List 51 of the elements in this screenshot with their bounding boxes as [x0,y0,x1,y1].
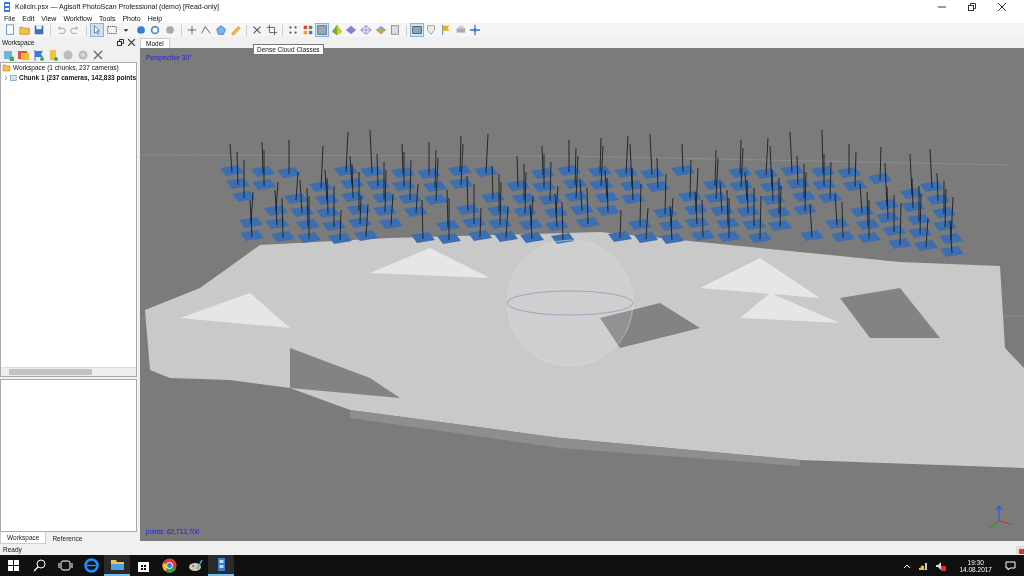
document-app-taskbar-button[interactable] [208,555,234,576]
add-photos-icon[interactable] [17,48,29,61]
wireframe-model-icon [360,23,373,37]
rotate-object-icon [149,23,162,37]
colored-points-icon [301,23,314,37]
dense-cloud-classes-icon [316,23,329,37]
point-cloud-icon [287,23,300,37]
pointer-button[interactable] [89,23,104,37]
folder-icon [2,63,11,72]
solid-model-icon [345,23,358,37]
wireframe-model-button[interactable] [359,23,374,37]
close-icon[interactable] [128,39,135,47]
horizontal-scrollbar[interactable] [1,366,136,376]
crop-button[interactable] [264,23,279,37]
move-arrows-button[interactable] [468,23,483,37]
close-icon[interactable] [998,2,1006,11]
ruler-icon [229,23,242,37]
browser-e-icon [82,557,100,574]
resize-object-icon [163,23,176,37]
crop-icon [265,23,278,37]
shaded-model-button[interactable] [329,23,344,37]
notifications-icon[interactable] [1005,560,1016,571]
rectangle-selection-icon [105,23,118,37]
cameras-icon [410,23,423,37]
sphere-icon [134,23,147,37]
resize-grip-icon [1016,545,1024,554]
tiled-model-icon [389,23,402,37]
remove-icon[interactable] [92,48,104,61]
browser-circle-icon [160,557,178,574]
restore-icon[interactable] [968,2,976,11]
folder-taskbar-button[interactable] [104,555,130,576]
cameras-button[interactable] [409,23,424,37]
pentagon-icon [214,23,227,37]
speaker-muted-icon[interactable] [935,560,947,571]
add-chunk-icon[interactable] [2,48,14,61]
plus-icon [185,23,198,37]
add-folder-icon[interactable] [47,48,59,61]
dense-cloud-classes-button[interactable] [315,23,330,37]
new-document-button[interactable] [3,23,17,37]
textured-model-button[interactable] [373,23,388,37]
rectangle-selection-button[interactable] [104,23,119,37]
paint-palette-icon [186,557,204,574]
float-icon[interactable] [117,39,124,47]
add-flag-icon[interactable] [32,48,44,61]
network-warning-icon[interactable] [918,560,929,571]
move-arrows-icon [469,23,482,37]
task-view-icon [56,557,74,574]
chunk-icon [10,73,17,82]
chevron-up-icon[interactable] [903,562,912,569]
textured-model-icon [374,23,387,37]
shaded-model-icon [330,23,343,37]
